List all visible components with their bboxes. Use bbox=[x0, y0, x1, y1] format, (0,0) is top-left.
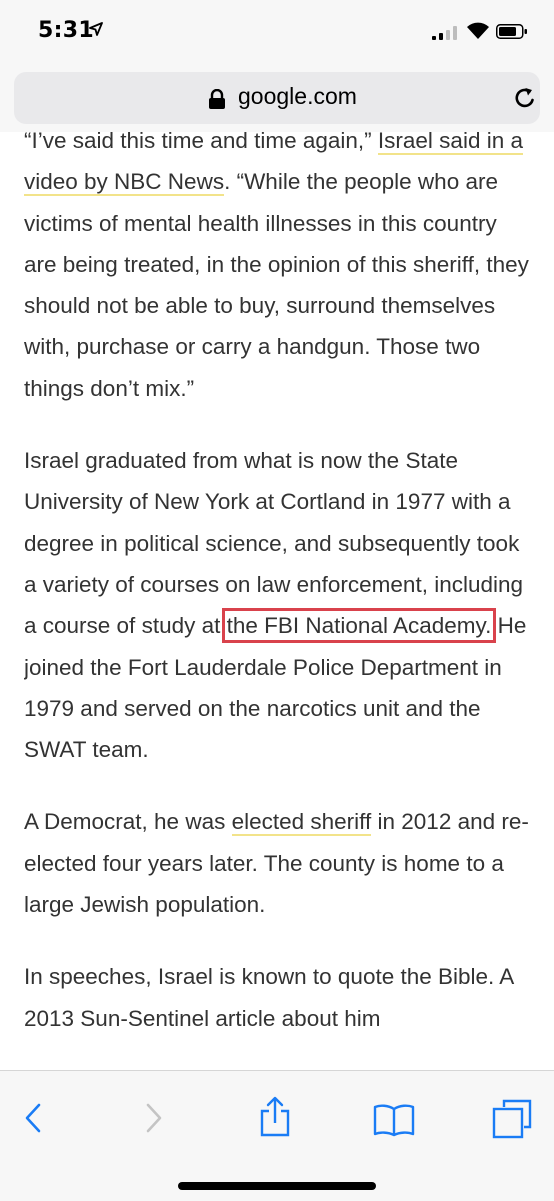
address-domain: google.com bbox=[238, 83, 357, 109]
paragraph-text: A Democrat, he was bbox=[24, 809, 232, 835]
status-time: 5:31 bbox=[38, 18, 94, 43]
forward-icon[interactable] bbox=[143, 1101, 165, 1135]
status-bar: 5:31 bbox=[0, 0, 554, 64]
article-paragraph: Israel graduated from what is now the St… bbox=[24, 440, 534, 770]
paragraph-text: . “While the people who are victims of m… bbox=[24, 169, 529, 401]
paragraph-text: Israel graduated from what is now the St… bbox=[24, 448, 524, 639]
paragraph-text: “I’ve said this time and time again,” bbox=[24, 128, 378, 153]
link-elected-sheriff[interactable]: elected sheriff bbox=[231, 809, 372, 837]
article-body: “I’ve said this time and time again,” Is… bbox=[24, 120, 534, 1070]
article-paragraph: A Democrat, he was elected sheriff in 20… bbox=[24, 801, 534, 925]
cellular-signal-icon bbox=[432, 26, 457, 40]
paragraph-text: In speeches, Israel is known to quote th… bbox=[24, 964, 514, 1031]
home-indicator[interactable] bbox=[178, 1182, 376, 1190]
reload-icon[interactable] bbox=[512, 85, 538, 111]
tabs-icon[interactable] bbox=[492, 1099, 532, 1139]
lock-icon bbox=[209, 89, 225, 109]
bookmarks-icon[interactable] bbox=[373, 1103, 415, 1137]
article-paragraph: In speeches, Israel is known to quote th… bbox=[24, 956, 534, 1039]
battery-icon bbox=[496, 24, 527, 39]
back-icon[interactable] bbox=[22, 1101, 44, 1135]
highlighted-phrase: the FBI National Academy. bbox=[221, 608, 497, 644]
article-paragraph: “I’ve said this time and time again,” Is… bbox=[24, 120, 534, 409]
address-bar[interactable]: google.com bbox=[14, 72, 540, 124]
share-icon[interactable] bbox=[258, 1095, 292, 1137]
location-arrow-icon bbox=[89, 22, 103, 36]
wifi-icon bbox=[467, 22, 489, 39]
